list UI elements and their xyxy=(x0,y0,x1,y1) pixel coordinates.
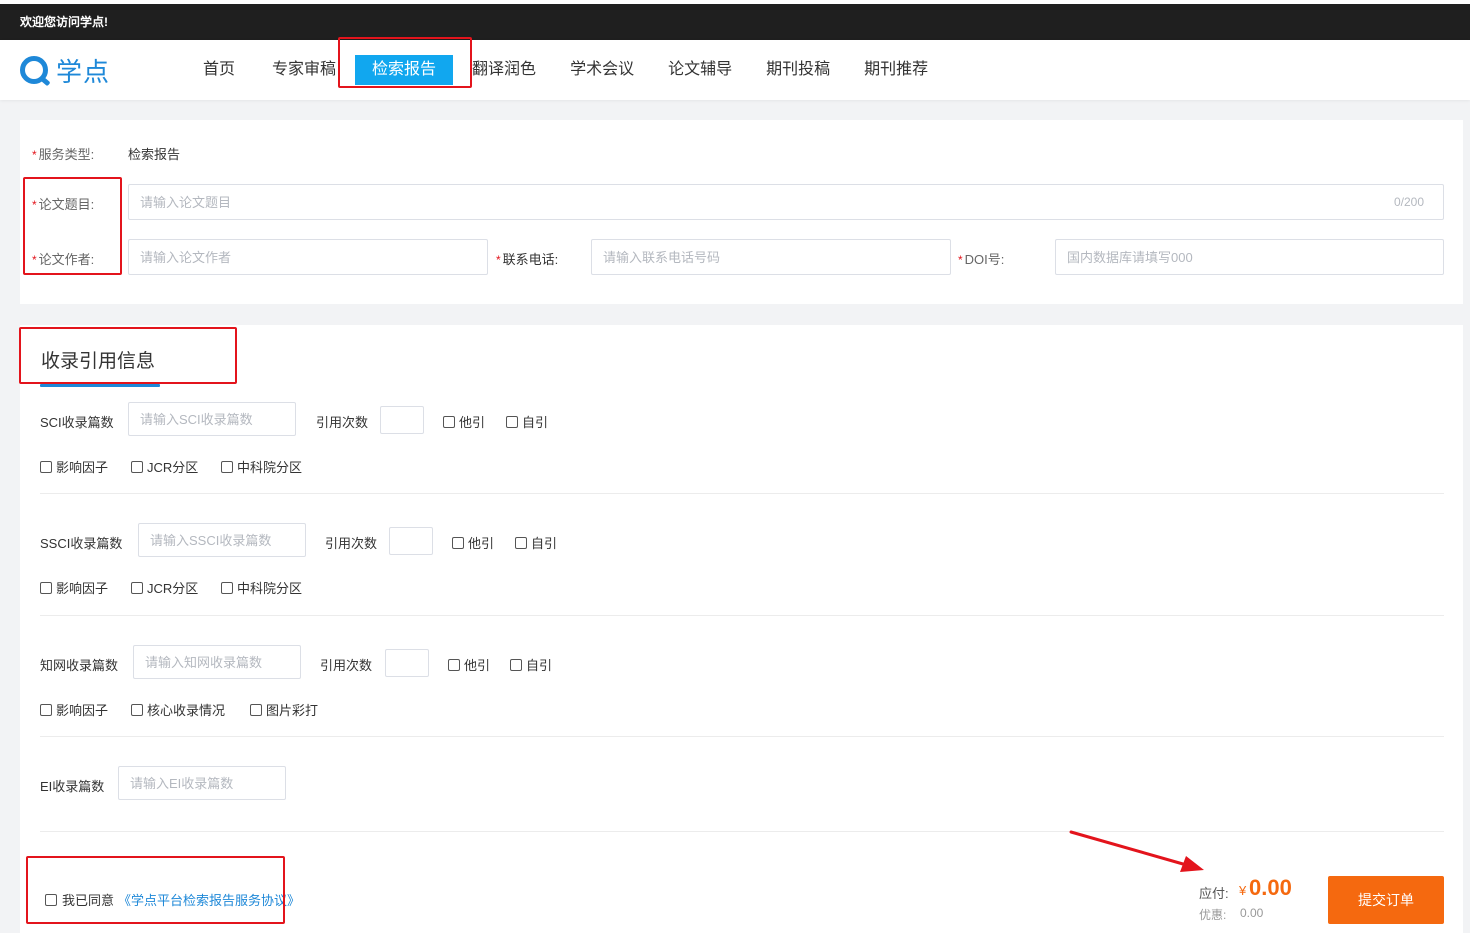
citation-info-card: 收录引用信息 SCI收录篇数 引用次数 他引 自引 影响因子 JCR分区 中科院… xyxy=(20,325,1463,933)
ei-count-label: EI收录篇数 xyxy=(40,779,105,794)
basic-info-card: *服务类型: 检索报告 *论文题目: 0/200 *论文作者: *联系电话: *… xyxy=(20,120,1463,304)
cnki-color-print-checkbox[interactable]: 图片彩打 xyxy=(250,700,318,719)
sci-other-cite-checkbox[interactable]: 他引 xyxy=(443,412,485,431)
nav-item-expert-review[interactable]: 专家审稿 xyxy=(255,55,353,85)
discount-amount: 0.00 xyxy=(1240,906,1264,920)
checkbox-icon xyxy=(443,415,455,428)
ssci-impact-factor-checkbox[interactable]: 影响因子 xyxy=(40,578,108,597)
doi-input[interactable] xyxy=(1055,239,1444,275)
service-type-value: 检索报告 xyxy=(128,147,181,162)
welcome-text: 欢迎您访问学点! xyxy=(0,4,1470,40)
divider xyxy=(40,736,1444,737)
logo-text: 学点 xyxy=(56,57,111,88)
divider xyxy=(40,615,1444,616)
sci-cite-count-input[interactable] xyxy=(380,406,424,434)
pay-label: 应付: xyxy=(1199,886,1229,901)
phone-label: * 联系电话: xyxy=(496,252,559,267)
sci-count-label: SCI收录篇数 xyxy=(40,415,114,430)
checkbox-icon xyxy=(506,415,518,428)
nav-item-home[interactable]: 首页 xyxy=(186,55,252,85)
checkbox-icon xyxy=(131,703,143,716)
agreement-checkbox[interactable]: 我已同意 《学点平台检索报告服务协议》 xyxy=(45,890,300,909)
checkbox-icon xyxy=(131,460,143,473)
currency-symbol: ¥ xyxy=(1239,883,1247,898)
sci-cas-checkbox[interactable]: 中科院分区 xyxy=(221,457,302,476)
title-char-counter: 0/200 xyxy=(1394,195,1425,209)
checkbox-icon xyxy=(448,658,460,671)
site-logo[interactable]: 学点 xyxy=(20,52,110,88)
doi-label: * DOI号: xyxy=(958,252,1005,267)
nav-item-conference[interactable]: 学术会议 xyxy=(553,55,651,85)
sci-count-input[interactable] xyxy=(128,402,296,436)
cnki-count-input[interactable] xyxy=(133,645,301,679)
cnki-count-label: 知网收录篇数 xyxy=(40,658,119,673)
phone-input[interactable] xyxy=(591,239,951,275)
cnki-impact-factor-checkbox[interactable]: 影响因子 xyxy=(40,700,108,719)
ei-count-input[interactable] xyxy=(118,766,286,800)
sci-impact-factor-checkbox[interactable]: 影响因子 xyxy=(40,457,108,476)
ssci-jcr-checkbox[interactable]: JCR分区 xyxy=(131,578,198,597)
sci-cite-label: 引用次数 xyxy=(316,415,369,430)
nav-item-journal-recommend[interactable]: 期刊推荐 xyxy=(847,55,945,85)
section-title: 收录引用信息 xyxy=(41,351,156,372)
checkbox-icon xyxy=(40,581,52,594)
paper-author-input[interactable] xyxy=(128,239,488,275)
author-label: * 论文作者: xyxy=(32,252,95,267)
site-header: 学点 首页 专家审稿 检索报告 翻译润色 学术会议 论文辅导 期刊投稿 期刊推荐 xyxy=(0,40,1470,100)
service-type-label: * 服务类型: xyxy=(32,147,95,162)
nav-item-submission[interactable]: 期刊投稿 xyxy=(749,55,847,85)
nav-item-search-report[interactable]: 检索报告 xyxy=(355,55,454,85)
ssci-cite-count-input[interactable] xyxy=(389,527,433,555)
annotation-arrow-icon xyxy=(1069,830,1204,872)
cnki-cite-count-input[interactable] xyxy=(385,649,429,677)
checkbox-icon xyxy=(131,581,143,594)
top-welcome-bar: 欢迎您访问学点! xyxy=(0,0,1470,40)
checkbox-icon xyxy=(452,536,464,549)
checkbox-icon xyxy=(221,460,233,473)
section-title-underline xyxy=(40,384,160,387)
ssci-cite-label: 引用次数 xyxy=(325,536,378,551)
ssci-other-cite-checkbox[interactable]: 他引 xyxy=(452,533,494,552)
title-label: * 论文题目: xyxy=(32,197,95,212)
ssci-cas-checkbox[interactable]: 中科院分区 xyxy=(221,578,302,597)
checkbox-icon xyxy=(45,893,57,906)
submit-order-button[interactable]: 提交订单 xyxy=(1328,876,1444,924)
sci-self-cite-checkbox[interactable]: 自引 xyxy=(506,412,548,431)
checkbox-icon xyxy=(221,581,233,594)
cnki-self-cite-checkbox[interactable]: 自引 xyxy=(510,655,552,674)
cnki-other-cite-checkbox[interactable]: 他引 xyxy=(448,655,490,674)
main-nav: 首页 专家审稿 检索报告 翻译润色 学术会议 论文辅导 期刊投稿 期刊推荐 xyxy=(186,40,945,100)
checkbox-icon xyxy=(250,703,262,716)
discount-label: 优惠: xyxy=(1199,908,1227,922)
divider xyxy=(40,493,1444,494)
checkbox-icon xyxy=(40,460,52,473)
divider xyxy=(40,831,1444,832)
pay-amount: 0.00 xyxy=(1249,875,1292,900)
nav-item-tutoring[interactable]: 论文辅导 xyxy=(651,55,749,85)
checkbox-icon xyxy=(40,703,52,716)
logo-q-icon xyxy=(20,56,48,84)
checkbox-icon xyxy=(515,536,527,549)
paper-title-input[interactable] xyxy=(128,184,1444,220)
ssci-self-cite-checkbox[interactable]: 自引 xyxy=(515,533,557,552)
checkbox-icon xyxy=(510,658,522,671)
nav-item-translation[interactable]: 翻译润色 xyxy=(455,55,553,85)
cnki-cite-label: 引用次数 xyxy=(320,658,373,673)
agreement-link[interactable]: 《学点平台检索报告服务协议》 xyxy=(118,890,300,909)
ssci-count-input[interactable] xyxy=(138,523,306,557)
cnki-core-checkbox[interactable]: 核心收录情况 xyxy=(131,700,225,719)
ssci-count-label: SSCI收录篇数 xyxy=(40,536,123,551)
sci-jcr-checkbox[interactable]: JCR分区 xyxy=(131,457,198,476)
